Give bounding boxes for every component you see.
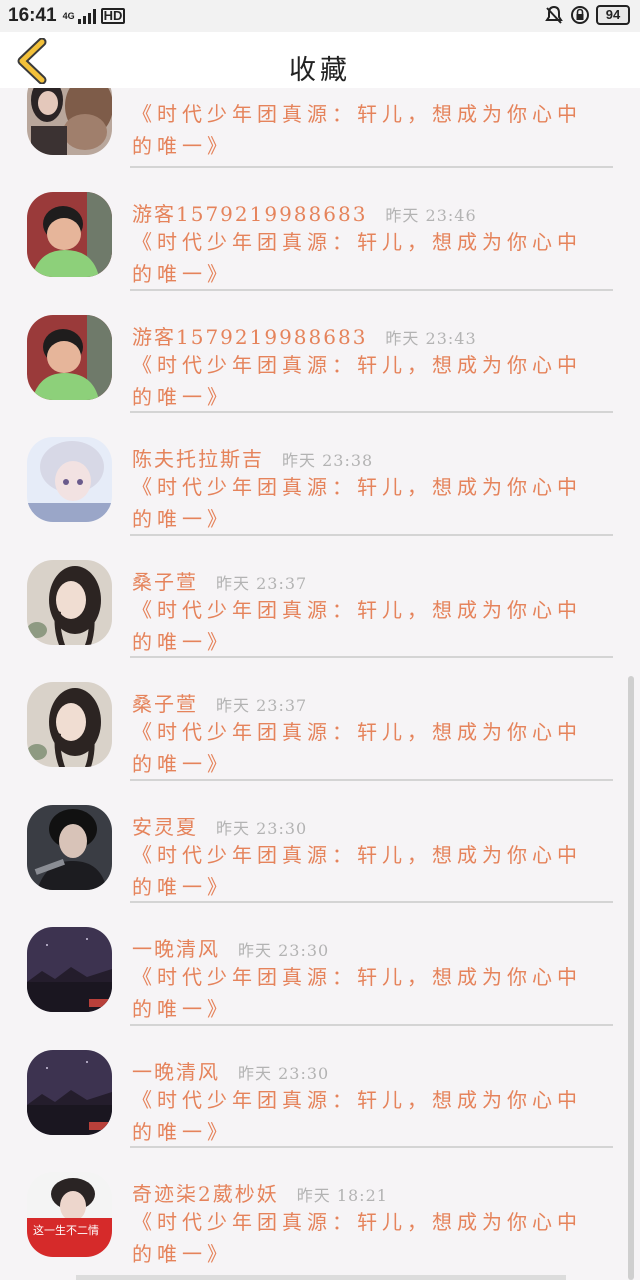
user-name[interactable]: 陈夫托拉斯吉 (132, 447, 264, 471)
signal-icon (77, 8, 96, 24)
avatar[interactable] (27, 437, 112, 522)
nav-bar: 收藏 (0, 32, 640, 88)
item-time: 昨天 23:30 (238, 941, 330, 960)
status-time: 16:41 (8, 5, 57, 26)
item-time: 昨天 23:37 (216, 696, 308, 715)
avatar-caption: 这一生不二情 (33, 1223, 99, 1237)
avatar[interactable] (27, 927, 112, 1012)
avatar[interactable] (27, 1049, 112, 1135)
name-line: 安灵夏 昨天 23:30 (132, 811, 307, 840)
item-time: 昨天 23:46 (385, 206, 477, 225)
avatar[interactable] (27, 192, 112, 277)
item-time: 昨天 23:37 (216, 573, 308, 593)
item-time: 昨天 23:38 (282, 451, 374, 470)
scrollbar[interactable] (628, 676, 634, 1280)
bottom-edge (76, 1275, 566, 1280)
item-content: 《时代少年团真源：轩儿，想成为你心中的唯一》 (132, 102, 582, 158)
list-item[interactable]: 游客1579219988683 昨天 23:46 《时代少年团真源：轩儿，想成为你… (0, 168, 640, 291)
favorites-list: 《时代少年团真源：轩儿，想成为你心中的唯一》 游客1579219988683 昨天… (0, 70, 640, 1271)
user-name[interactable]: 桑子萱 (132, 692, 198, 716)
avatar[interactable]: 这一生不二情 (27, 1172, 112, 1257)
list-item[interactable]: 一晚清风 昨天 23:30 《时代少年团真源：轩儿，想成为你心中的唯一》 (0, 903, 640, 1026)
status-bar: 16:41 4G HD 94 (0, 0, 640, 32)
name-line: 游客1579219988683 昨天 23:43 (132, 321, 477, 350)
name-line: 游客1579219988683 昨天 23:46 (132, 198, 477, 227)
status-right-icons: 94 (544, 5, 630, 25)
list-item[interactable]: 安灵夏 昨天 23:30 《时代少年团真源：轩儿，想成为你心中的唯一》 (0, 781, 640, 903)
mute-bell-icon (545, 5, 563, 24)
name-line: 奇迹柒2葳杪妖 昨天 18:21 (132, 1178, 388, 1207)
lock-rotation-icon (571, 6, 589, 24)
item-content: 《时代少年团真源：轩儿，想成为你心中的唯一》 (132, 475, 582, 531)
user-name[interactable]: 安灵夏 (132, 815, 198, 839)
list-item[interactable]: 陈夫托拉斯吉 昨天 23:38 《时代少年团真源：轩儿，想成为你心中的唯一》 (0, 413, 640, 536)
list-item[interactable]: 一晚清风 昨天 23:30 《时代少年团真源：轩儿，想成为你心中的唯一》 (0, 1026, 640, 1148)
item-content: 《时代少年团真源：轩儿，想成为你心中的唯一》 (132, 842, 582, 899)
avatar[interactable] (27, 682, 112, 767)
battery-indicator: 94 (596, 5, 630, 25)
page-title: 收藏 (289, 55, 351, 86)
list-item[interactable]: 这一生不二情 奇迹柒2葳杪妖 昨天 18:21 《时代少年团真源：轩儿，想成为你心… (0, 1148, 640, 1271)
user-name[interactable]: 游客1579219988683 (132, 202, 367, 226)
item-time: 昨天 18:21 (296, 1186, 388, 1205)
name-line: 一晚清风 昨天 23:30 (132, 1056, 329, 1085)
status-left-icons: 4G HD (63, 8, 126, 24)
avatar[interactable] (27, 559, 112, 645)
item-time: 昨天 23:43 (385, 328, 477, 348)
name-line: 陈夫托拉斯吉 昨天 23:38 (132, 443, 373, 472)
name-line: 桑子萱 昨天 23:37 (132, 688, 307, 717)
user-name[interactable]: 一晚清风 (132, 937, 220, 961)
item-time: 昨天 23:30 (216, 818, 308, 838)
list-item[interactable]: 游客1579219988683 昨天 23:43 《时代少年团真源：轩儿，想成为你… (0, 291, 640, 413)
item-content: 《时代少年团真源：轩儿，想成为你心中的唯一》 (132, 965, 582, 1021)
item-content: 《时代少年团真源：轩儿，想成为你心中的唯一》 (132, 352, 582, 409)
item-time: 昨天 23:30 (238, 1063, 330, 1083)
item-content: 《时代少年团真源：轩儿，想成为你心中的唯一》 (132, 230, 582, 286)
item-content: 《时代少年团真源：轩儿，想成为你心中的唯一》 (132, 597, 582, 654)
list-item[interactable]: 《时代少年团真源：轩儿，想成为你心中的唯一》 (0, 70, 640, 168)
hd-badge: HD (100, 8, 126, 24)
item-content: 《时代少年团真源：轩儿，想成为你心中的唯一》 (132, 1210, 582, 1266)
avatar[interactable] (27, 804, 112, 890)
item-content: 《时代少年团真源：轩儿，想成为你心中的唯一》 (132, 1087, 582, 1144)
network-type: 4G (62, 10, 75, 21)
user-name[interactable]: 桑子萱 (132, 570, 198, 594)
list-item[interactable]: 桑子萱 昨天 23:37 《时代少年团真源：轩儿，想成为你心中的唯一》 (0, 658, 640, 781)
name-line: 桑子萱 昨天 23:37 (132, 566, 307, 595)
user-name[interactable]: 一晚清风 (132, 1060, 220, 1084)
user-name[interactable]: 奇迹柒2葳杪妖 (132, 1182, 279, 1206)
user-name[interactable]: 游客1579219988683 (132, 325, 367, 349)
avatar[interactable] (27, 314, 112, 400)
list-item[interactable]: 桑子萱 昨天 23:37 《时代少年团真源：轩儿，想成为你心中的唯一》 (0, 536, 640, 658)
item-content: 《时代少年团真源：轩儿，想成为你心中的唯一》 (132, 720, 582, 776)
name-line: 一晚清风 昨天 23:30 (132, 933, 329, 962)
